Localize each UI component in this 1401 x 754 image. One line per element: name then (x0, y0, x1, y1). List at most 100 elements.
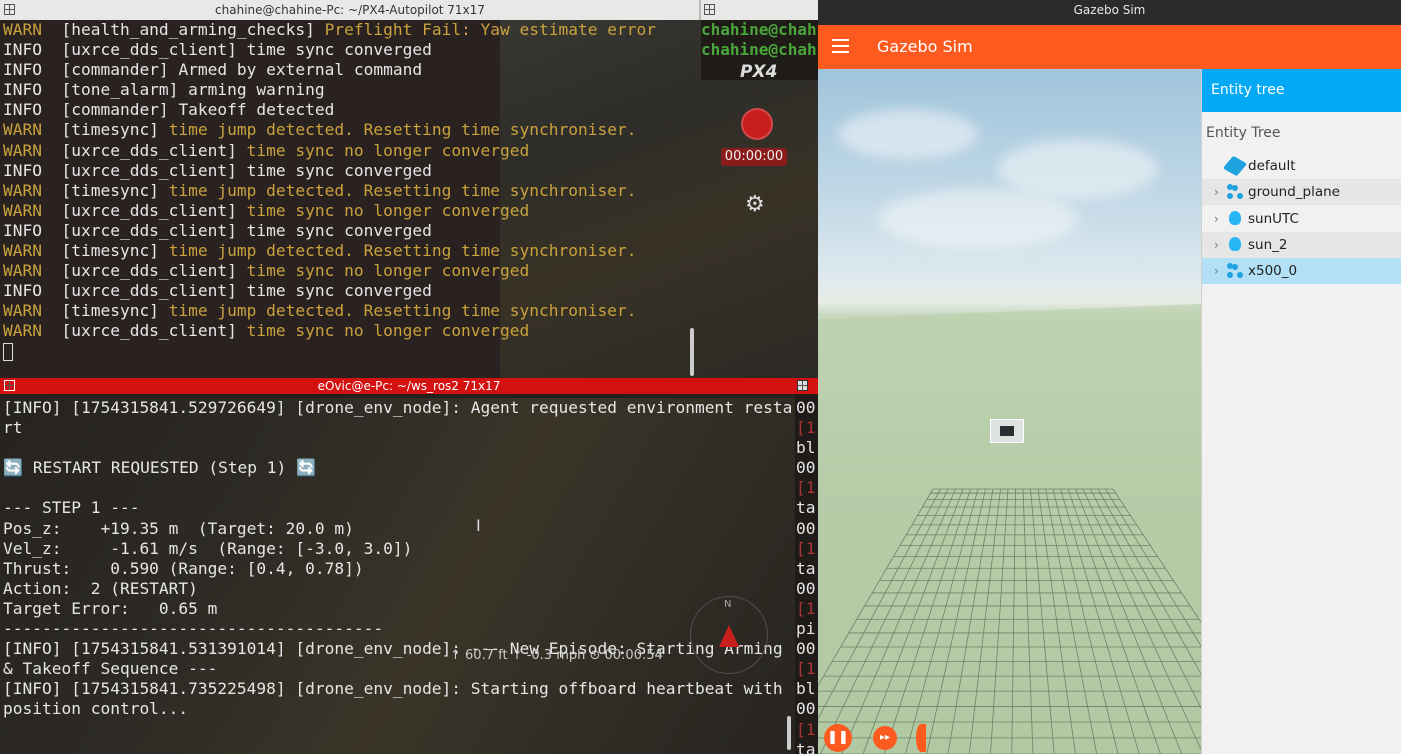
chevron-right-icon[interactable]: › (1214, 258, 1219, 284)
log-line: --------------------------------------- (3, 619, 384, 639)
log-line: 00 (796, 639, 816, 659)
entity-label: sunUTC (1248, 210, 1299, 227)
prompt-line: chahine@chah (701, 40, 817, 59)
terminal-titlebar[interactable]: chahine@chahine-Pc: ~/PX4-Autopilot 71x1… (0, 0, 818, 20)
log-line: INFO [uxrce_dds_client] time sync conver… (3, 161, 656, 181)
scrollbar[interactable] (787, 716, 791, 750)
chevron-right-icon[interactable]: › (1214, 179, 1219, 205)
log-line: Vel_z: -1.61 m/s (Range: [-3.0, 3.0]) (3, 538, 413, 558)
hamburger-menu-icon[interactable] (832, 39, 849, 53)
log-level: WARN (3, 301, 42, 321)
flight-stats: ↑ 60.7 ft ↑ -0.3 mph ⊙ 00:00:54 (450, 648, 663, 663)
log-line: Target Error: 0.65 m (3, 598, 218, 618)
log-level: WARN (3, 241, 42, 261)
log-line: position control... (3, 699, 189, 719)
log-message: Armed by external command (178, 60, 423, 80)
pause-button[interactable]: ❚❚ (824, 724, 852, 752)
log-tag: [uxrce_dds_client] (41, 281, 247, 301)
entity-row-sun-2[interactable]: › sun_2 (1202, 231, 1401, 258)
log-line: INFO [uxrce_dds_client] time sync conver… (3, 40, 656, 60)
entity-row-default[interactable]: default (1202, 153, 1401, 179)
log-line: 00 (796, 699, 816, 719)
log-line: 00 (796, 398, 816, 417)
log-line: WARN [uxrce_dds_client] time sync no lon… (3, 141, 656, 161)
log-line: --- STEP 1 --- (3, 498, 140, 518)
app-title: Gazebo Sim (877, 37, 973, 56)
log-tag: [commander] (41, 100, 179, 120)
log-message: time jump detected. Resetting time synch… (168, 241, 637, 261)
log-line: INFO [uxrce_dds_client] time sync conver… (3, 221, 656, 241)
terminal-menu-icon[interactable] (797, 380, 808, 391)
light-icon (1229, 236, 1241, 251)
terminal-px4[interactable]: chahine@chahine-Pc: ~/PX4-Autopilot 71x1… (0, 0, 818, 378)
3d-scene-viewport[interactable] (818, 69, 1201, 754)
entity-row-sunutc[interactable]: › sunUTC (1202, 206, 1401, 232)
log-line: 00 (796, 518, 816, 538)
log-tag: [timesync] (41, 301, 169, 321)
log-level: INFO (3, 60, 42, 80)
log-level: WARN (3, 321, 42, 341)
log-message: time sync no longer converged (246, 140, 530, 160)
terminal-menu-icon[interactable] (704, 4, 715, 15)
drone-model[interactable] (990, 419, 1024, 443)
extra-control-button[interactable] (916, 724, 926, 752)
compass-north-label: N (724, 599, 732, 610)
simulation-controls: ❚❚ ▸▸ (818, 720, 1201, 754)
chevron-right-icon[interactable]: › (1214, 232, 1219, 258)
scrollbar[interactable] (690, 328, 694, 376)
log-level: INFO (3, 160, 42, 180)
log-message: time sync converged (246, 160, 432, 180)
terminal-output: [INFO] [1754315841.529726649] [drone_env… (3, 398, 792, 720)
chevron-right-icon[interactable]: › (1214, 206, 1219, 232)
record-timer: 00:00:00 (721, 148, 787, 166)
terminal-ros2[interactable]: eOvic@e-Pc: ~/ws_ros2 71x17 [INFO] [1754… (0, 378, 818, 754)
log-tag: [timesync] (41, 120, 169, 140)
record-button[interactable] (741, 108, 773, 140)
log-line: 00 (796, 578, 816, 598)
log-message: Takeoff detected (178, 100, 335, 120)
log-message: time sync converged (246, 220, 432, 240)
gear-icon[interactable]: ⚙ (745, 192, 765, 217)
gazebo-window[interactable]: Gazebo Sim Gazebo Sim ❚❚ ▸▸ Entity tree … (818, 0, 1401, 754)
ground-grid (818, 304, 1201, 754)
log-level: WARN (3, 20, 42, 39)
step-button[interactable]: ▸▸ (873, 726, 897, 750)
log-message: time sync no longer converged (246, 321, 530, 341)
log-line: [INFO] [1754315841.529726649] [drone_env… (3, 398, 793, 417)
log-line: [1 (796, 478, 816, 498)
log-message: arming warning (188, 80, 325, 100)
app-bar: Gazebo Sim (818, 25, 1401, 69)
log-line: & Takeoff Sequence --- (3, 659, 218, 679)
log-line: WARN [timesync] time jump detected. Rese… (3, 301, 656, 321)
terminal-right-pane[interactable]: 00[1bl00[1ta00[1ta00[1pi00[1bl00[1ta00 (796, 398, 816, 754)
prompt-line: chahine@chah (701, 20, 817, 39)
compass-widget: N (690, 596, 768, 674)
window-title: Gazebo Sim (818, 0, 1401, 25)
log-line: WARN [uxrce_dds_client] time sync no lon… (3, 321, 656, 341)
log-message: time jump detected. Resetting time synch… (168, 301, 637, 321)
log-line: rt (3, 418, 23, 438)
log-message: time sync no longer converged (246, 261, 530, 281)
log-line: WARN [uxrce_dds_client] time sync no lon… (3, 201, 656, 221)
tab-entity-tree[interactable]: Entity tree (1202, 69, 1401, 112)
log-tag: [uxrce_dds_client] (41, 261, 247, 281)
log-message: Preflight Fail: Yaw estimate error (324, 20, 656, 39)
terminal-title: chahine@chahine-Pc: ~/PX4-Autopilot 71x1… (215, 3, 485, 17)
log-line: ta (796, 498, 816, 518)
log-line: Action: 2 (RESTART) (3, 578, 198, 598)
log-message: time jump detected. Resetting time synch… (168, 120, 637, 140)
log-message: time sync converged (246, 40, 432, 60)
entity-row-x500-0[interactable]: › x500_0 (1202, 258, 1401, 285)
log-line: INFO [tone_alarm] arming warning (3, 80, 656, 100)
log-line: INFO [commander] Takeoff detected (3, 100, 656, 120)
log-line: [1 (796, 538, 816, 558)
entity-row-ground-plane[interactable]: › ground_plane (1202, 179, 1401, 206)
log-level: INFO (3, 220, 42, 240)
log-line: [1 (796, 418, 816, 438)
model-icon (1227, 263, 1243, 279)
world-cube-icon (1222, 155, 1248, 177)
log-line: [INFO] [1754315841.735225498] [drone_env… (3, 679, 783, 699)
log-tag: [tone_alarm] (41, 80, 189, 100)
terminal-titlebar[interactable]: eOvic@e-Pc: ~/ws_ros2 71x17 (0, 378, 818, 394)
log-tag: [health_and_arming_checks] (41, 20, 325, 39)
